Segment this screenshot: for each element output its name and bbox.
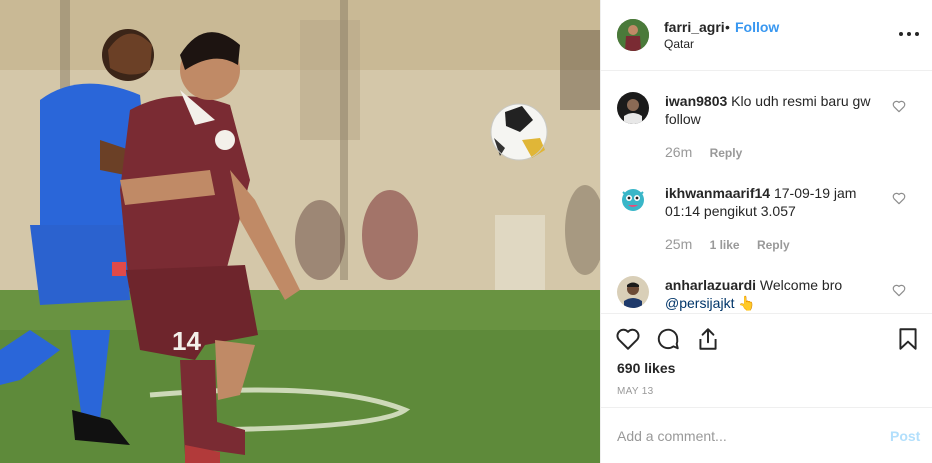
commenter-avatar[interactable] bbox=[617, 184, 649, 216]
comment-reply-button[interactable]: Reply bbox=[757, 238, 790, 252]
comment-text: ikhwanmaarif14 17-09-19 jam 01:14 pengik… bbox=[665, 184, 885, 220]
bookmark-icon[interactable] bbox=[895, 326, 921, 352]
author-username[interactable]: farri_agri bbox=[664, 19, 725, 35]
comment-like-heart-icon[interactable] bbox=[891, 190, 907, 206]
likes-count[interactable]: 690 likes bbox=[617, 360, 675, 376]
comment-time[interactable]: 26m bbox=[665, 144, 692, 160]
jersey-number: 14 bbox=[172, 326, 201, 356]
post-side-panel: farri_agri • Follow Qatar iwan9803 Klo u… bbox=[600, 0, 932, 463]
header-separator: • bbox=[725, 19, 730, 35]
author-avatar[interactable] bbox=[617, 19, 649, 51]
post-date[interactable]: MAY 13 bbox=[617, 386, 653, 397]
commenter-avatar-image bbox=[617, 184, 649, 216]
post-comment-button[interactable]: Post bbox=[890, 428, 920, 444]
football bbox=[490, 103, 548, 161]
post-photo-illustration: 14 bbox=[0, 0, 600, 463]
comment-username[interactable]: iwan9803 bbox=[665, 93, 727, 109]
share-icon[interactable] bbox=[695, 326, 721, 352]
comment-body: Welcome bro bbox=[759, 277, 843, 293]
comment-meta: 25m 1 like Reply bbox=[665, 236, 804, 252]
comment-mention-link[interactable]: @persijajkt bbox=[665, 295, 734, 311]
instagram-post-view: 14 farri_agri • Follow Qatar iwan9803 Kl… bbox=[0, 0, 932, 463]
commenter-avatar[interactable] bbox=[617, 276, 649, 308]
post-actions: 690 likes MAY 13 bbox=[601, 313, 932, 407]
pointing-up-emoji-icon: 👆 bbox=[738, 295, 756, 311]
post-location[interactable]: Qatar bbox=[664, 37, 694, 51]
comment-text: iwan9803 Klo udh resmi baru gw follow bbox=[665, 92, 885, 128]
comment-text: anharlazuardi Welcome bro @persijajkt 👆 bbox=[665, 276, 885, 312]
comment-reply-button[interactable]: Reply bbox=[710, 146, 743, 160]
add-comment-bar: Post bbox=[601, 407, 932, 463]
post-photo[interactable]: 14 bbox=[0, 0, 600, 463]
comment-time[interactable]: 25m bbox=[665, 236, 692, 252]
comment-username[interactable]: anharlazuardi bbox=[665, 277, 756, 293]
author-avatar-image bbox=[617, 19, 649, 51]
comment-like-heart-icon[interactable] bbox=[891, 98, 907, 114]
more-options-icon[interactable] bbox=[899, 26, 919, 42]
comment-icon[interactable] bbox=[655, 326, 681, 352]
comment-meta: 26m Reply bbox=[665, 144, 756, 160]
comment-username[interactable]: ikhwanmaarif14 bbox=[665, 185, 770, 201]
post-header: farri_agri • Follow Qatar bbox=[601, 0, 932, 71]
commenter-avatar-image bbox=[617, 92, 649, 124]
comment-like-heart-icon[interactable] bbox=[891, 282, 907, 298]
heart-icon[interactable] bbox=[615, 326, 641, 352]
comment-likes-count[interactable]: 1 like bbox=[710, 238, 740, 252]
commenter-avatar-image bbox=[617, 276, 649, 308]
commenter-avatar[interactable] bbox=[617, 92, 649, 124]
comments-list[interactable]: iwan9803 Klo udh resmi baru gw follow 26… bbox=[601, 72, 932, 312]
follow-button[interactable]: Follow bbox=[735, 19, 779, 35]
comment-input[interactable] bbox=[617, 426, 867, 446]
